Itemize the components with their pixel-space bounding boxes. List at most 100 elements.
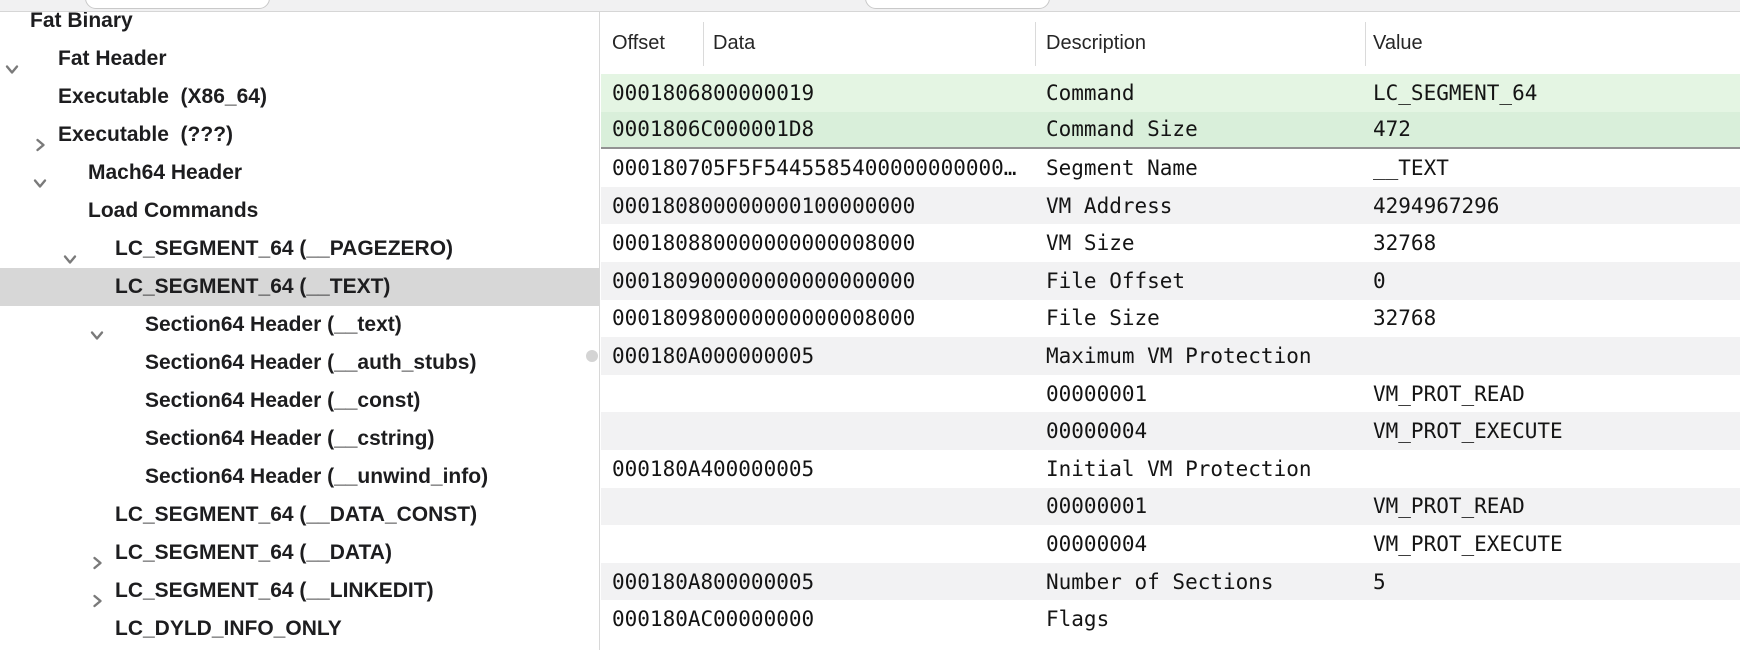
cell-offset: 00018068 (612, 81, 713, 105)
tree-item[interactable]: Fat Binary (0, 12, 599, 40)
cell-description: VM Size (1046, 231, 1135, 255)
column-separator (1035, 22, 1036, 66)
tree-item[interactable]: Load Commands (0, 192, 599, 230)
tree-item[interactable]: Section64 Header (__auth_stubs) (0, 344, 599, 382)
cell-data: 00000019 (713, 81, 814, 105)
cell-data: 0000000000008000 (713, 306, 915, 330)
cell-description: Maximum VM Protection (1046, 344, 1312, 368)
cell-value: 32768 (1373, 306, 1436, 330)
tree-item-label: Executable (X86_64) (58, 85, 267, 109)
cell-description: VM Address (1046, 194, 1172, 218)
tree-item[interactable]: Section64 Header (__cstring) (0, 420, 599, 458)
table-row[interactable]: 000180A8 00000005 Number of Sections 5 (601, 563, 1740, 601)
table-row[interactable]: 00018098 0000000000008000 File Size 3276… (601, 300, 1740, 338)
table-row[interactable]: 00000004 VM_PROT_EXECUTE (601, 525, 1740, 563)
cell-data: 000001D8 (713, 117, 814, 141)
table-row[interactable]: 00000001 VM_PROT_READ (601, 488, 1740, 526)
tree-item[interactable]: Executable (X86_64) (0, 78, 599, 116)
cell-description: 00000001 (1046, 382, 1147, 406)
chevron-right-icon[interactable] (88, 506, 106, 524)
tree-item-label: Fat Binary (30, 12, 133, 33)
cell-data: 00000005 (713, 344, 814, 368)
tree-item[interactable]: Section64 Header (__unwind_info) (0, 458, 599, 496)
outline-sidebar: Fat Binary Fat Header Executable (X86_64… (0, 12, 600, 650)
cell-description: Command Size (1046, 117, 1198, 141)
table-row[interactable]: 00018080 0000000100000000 VM Address 429… (601, 187, 1740, 225)
table-row[interactable]: 00018070 5F5F5445585400000000000… Segmen… (601, 149, 1740, 187)
tree-item[interactable]: Section64 Header (__text) (0, 306, 599, 344)
tree-item-label: LC_SEGMENT_64 (__LINKEDIT) (115, 579, 434, 603)
chevron-down-icon[interactable] (3, 12, 21, 30)
chevron-down-icon[interactable] (31, 126, 49, 144)
column-header-offset: Offset (612, 12, 665, 74)
cell-value: VM_PROT_EXECUTE (1373, 532, 1563, 556)
chevron-right-icon[interactable] (31, 88, 49, 106)
cell-offset: 000180A0 (612, 344, 713, 368)
cell-description: Initial VM Protection (1046, 457, 1312, 481)
table-row[interactable]: 0001806C 000001D8 Command Size 472 (601, 112, 1740, 150)
detail-table: Offset Data Description Value 00018068 0… (601, 12, 1740, 650)
cell-offset: 00018080 (612, 194, 713, 218)
table-body: 00018068 00000019 Command LC_SEGMENT_64 … (601, 74, 1740, 650)
chevron-right-icon[interactable] (88, 544, 106, 562)
tree-item[interactable]: LC_SEGMENT_64 (__LINKEDIT) (0, 572, 599, 610)
table-row[interactable]: 00000004 VM_PROT_EXECUTE (601, 412, 1740, 450)
cell-description: 00000004 (1046, 419, 1147, 443)
splitter-handle[interactable] (586, 350, 598, 362)
tree-item[interactable]: LC_SEGMENT_64 (__TEXT) (0, 268, 599, 306)
tree-item-label: Section64 Header (__auth_stubs) (145, 351, 476, 375)
tree-item[interactable]: Mach64 Header (0, 154, 599, 192)
tree-item-label: LC_SEGMENT_64 (__DATA_CONST) (115, 503, 477, 527)
table-search-field[interactable] (865, 0, 1050, 9)
tree-item[interactable]: LC_SEGMENT_64 (__DATA) (0, 534, 599, 572)
tree-item-label: Section64 Header (__const) (145, 389, 420, 413)
cell-offset: 00018098 (612, 306, 713, 330)
outline-tree: Fat Binary Fat Header Executable (X86_64… (0, 12, 599, 648)
cell-description: File Offset (1046, 269, 1185, 293)
cell-value: 472 (1373, 117, 1411, 141)
cell-offset: 000180AC (612, 607, 713, 631)
chevron-down-icon[interactable] (88, 278, 106, 296)
tree-item[interactable]: Executable (???) (0, 116, 599, 154)
column-header-value: Value (1373, 12, 1423, 74)
column-header-data: Data (713, 12, 755, 74)
tree-item[interactable]: LC_SEGMENT_64 (__DATA_CONST) (0, 496, 599, 534)
cell-value: 4294967296 (1373, 194, 1499, 218)
table-row[interactable]: 00018068 00000019 Command LC_SEGMENT_64 (601, 74, 1740, 112)
tree-item-label: Executable (???) (58, 123, 233, 147)
tree-item-label: Fat Header (58, 47, 167, 71)
column-separator (703, 22, 704, 66)
table-row[interactable]: 00000001 VM_PROT_READ (601, 375, 1740, 413)
window-toolbar (0, 0, 1740, 12)
table-row[interactable]: 000180A4 00000005 Initial VM Protection (601, 450, 1740, 488)
chevron-down-icon[interactable] (61, 202, 79, 220)
cell-value: __TEXT (1373, 156, 1449, 180)
tree-item[interactable]: LC_DYLD_INFO_ONLY (0, 610, 599, 648)
cell-description: Segment Name (1046, 156, 1198, 180)
tree-item-label: Load Commands (88, 199, 258, 223)
cell-data: 00000005 (713, 570, 814, 594)
table-row[interactable]: 000180A0 00000005 Maximum VM Protection (601, 337, 1740, 375)
cell-value: VM_PROT_READ (1373, 382, 1525, 406)
cell-offset: 00018070 (612, 156, 713, 180)
cell-offset: 000180A8 (612, 570, 713, 594)
sidebar-search-field[interactable] (85, 0, 270, 9)
cell-value: 5 (1373, 570, 1386, 594)
tree-item[interactable]: Section64 Header (__const) (0, 382, 599, 420)
tree-item-label: Section64 Header (__unwind_info) (145, 465, 488, 489)
tree-item-label: Section64 Header (__cstring) (145, 427, 434, 451)
cell-description: 00000004 (1046, 532, 1147, 556)
cell-offset: 00018088 (612, 231, 713, 255)
cell-data: 0000000100000000 (713, 194, 915, 218)
tree-item[interactable]: Fat Header (0, 40, 599, 78)
tree-item[interactable]: LC_SEGMENT_64 (__PAGEZERO) (0, 230, 599, 268)
table-row[interactable]: 000180AC 00000000 Flags (601, 600, 1740, 638)
tree-item-label: LC_SEGMENT_64 (__TEXT) (115, 275, 390, 299)
cell-value: LC_SEGMENT_64 (1373, 81, 1537, 105)
table-row[interactable]: 00018088 0000000000008000 VM Size 32768 (601, 224, 1740, 262)
cell-value: 0 (1373, 269, 1386, 293)
table-row[interactable]: 00018090 0000000000000000 File Offset 0 (601, 262, 1740, 300)
cell-value: VM_PROT_EXECUTE (1373, 419, 1563, 443)
cell-description: Number of Sections (1046, 570, 1274, 594)
cell-offset: 0001806C (612, 117, 713, 141)
